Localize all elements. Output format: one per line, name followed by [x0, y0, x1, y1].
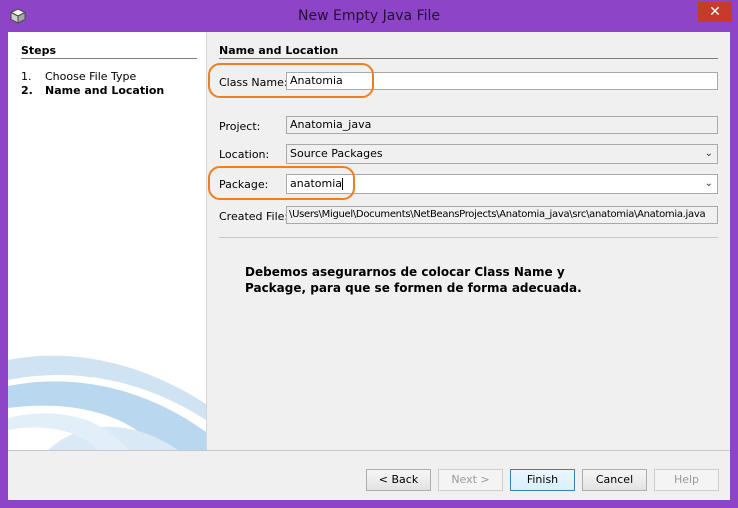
step-number: 1. [21, 70, 32, 83]
location-label: Location: [219, 148, 270, 161]
step-item-choose-file-type: 1. Choose File Type [21, 70, 136, 83]
section-divider [219, 58, 718, 59]
location-select-value: Source Packages [290, 147, 383, 160]
title-bar[interactable]: New Empty Java File ✕ [0, 0, 738, 32]
project-label: Project: [219, 120, 261, 133]
cancel-button[interactable]: Cancel [582, 469, 647, 491]
steps-panel: Steps 1. Choose File Type 2. Name and Loca… [8, 32, 207, 450]
help-button[interactable]: Help [654, 469, 719, 491]
step-item-name-and-location: 2. Name and Location [21, 84, 164, 97]
close-button[interactable]: ✕ [698, 2, 732, 22]
form-separator [219, 237, 718, 238]
class-name-highlight [208, 63, 374, 98]
back-button[interactable]: < Back [366, 469, 431, 491]
steps-title: Steps [21, 44, 57, 57]
dialog-body: Steps 1. Choose File Type 2. Name and Loca… [8, 32, 730, 500]
package-highlight [208, 166, 355, 200]
created-file-field: \Users\Miguel\Documents\NetBeansProjects… [286, 206, 718, 224]
chevron-down-icon: ⌄ [704, 178, 713, 189]
steps-divider [21, 58, 197, 59]
dialog-window: New Empty Java File ✕ Steps 1. Choose Fil… [0, 0, 738, 508]
step-label: Choose File Type [45, 70, 137, 83]
next-button[interactable]: Next > [438, 469, 503, 491]
step-label: Name and Location [45, 84, 165, 97]
finish-button[interactable]: Finish [510, 469, 575, 491]
button-bar-divider [8, 450, 730, 451]
content-panel: Name and Location Class Name: Anatomia P… [207, 32, 730, 450]
section-title: Name and Location [219, 44, 339, 57]
chevron-down-icon: ⌄ [704, 148, 713, 159]
location-select[interactable]: Source Packages ⌄ [286, 144, 718, 164]
annotation-note: Debemos asegurarnos de colocar Class Nam… [245, 265, 582, 295]
created-file-label: Created File: [219, 210, 289, 223]
step-number: 2. [21, 84, 33, 97]
window-title: New Empty Java File [297, 8, 441, 24]
project-field: Anatomia_java [286, 116, 718, 134]
decorative-swoosh [8, 355, 206, 450]
